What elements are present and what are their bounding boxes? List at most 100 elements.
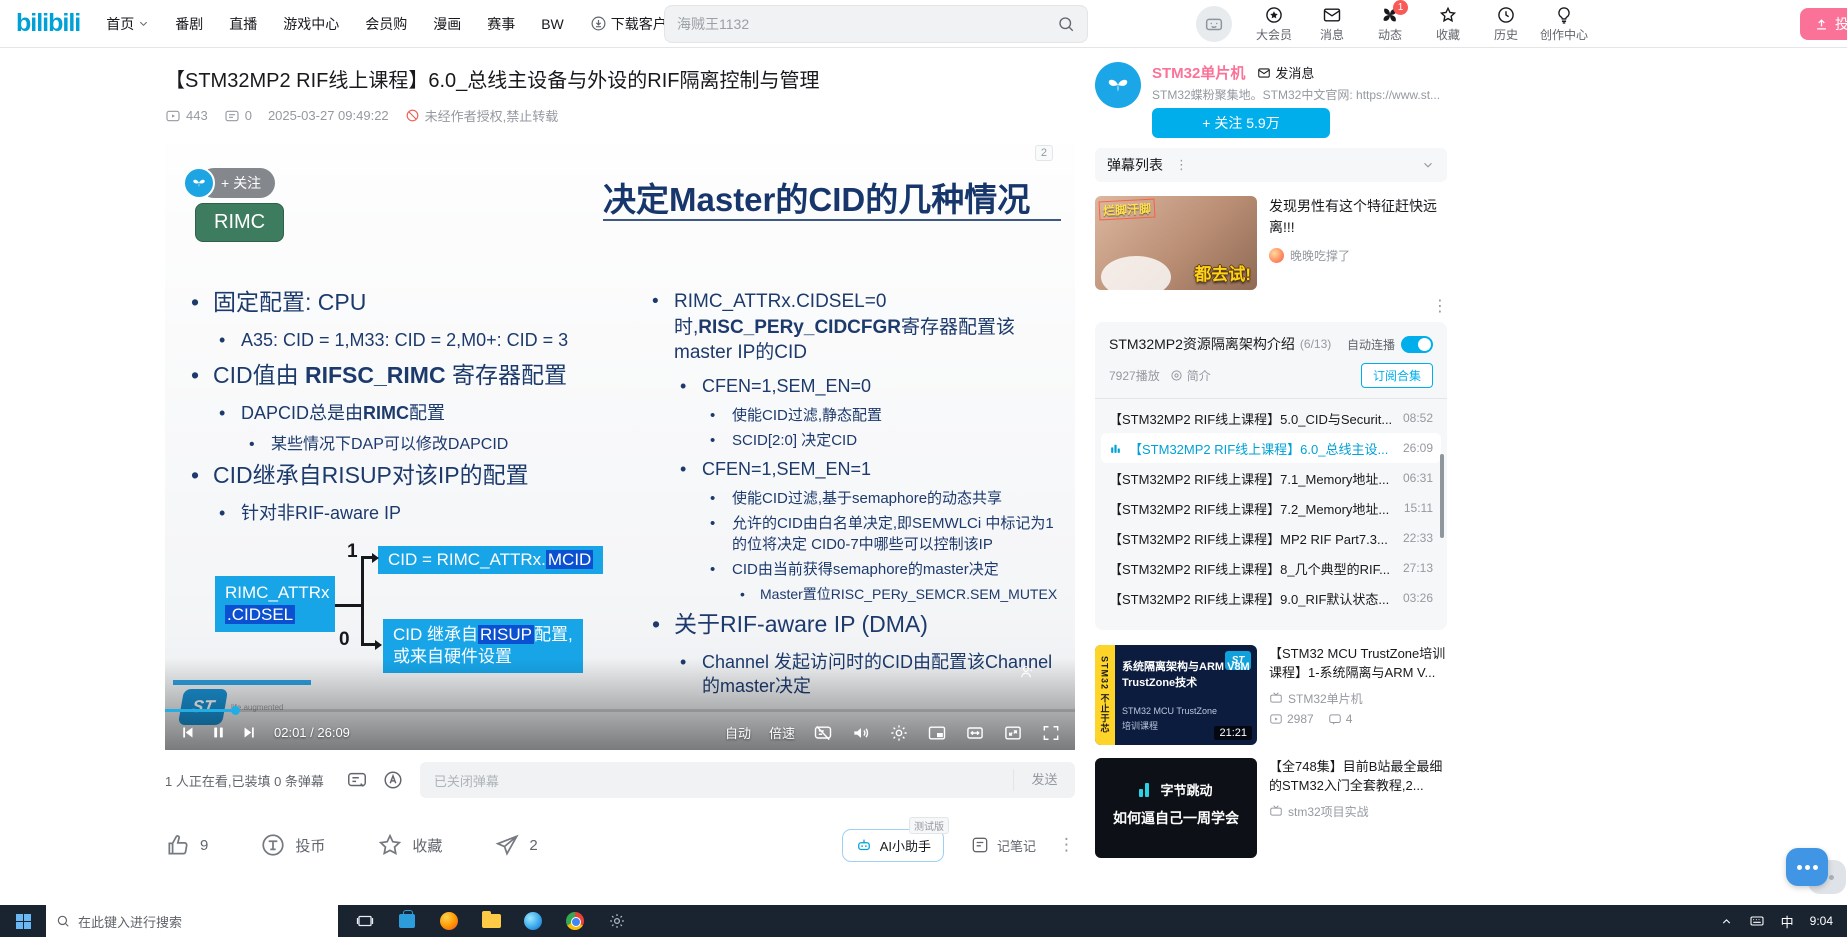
episode-row-active[interactable]: 【STM32MP2 RIF线上课程】6.0_总线主设...26:09 (1101, 433, 1441, 463)
seek-bar[interactable] (165, 709, 1075, 712)
volume-icon[interactable] (851, 723, 871, 743)
live-title[interactable]: 发现男性有这个特征赶快远离!!! (1269, 196, 1447, 238)
message-button[interactable]: 发消息 (1257, 63, 1314, 82)
dm-off-icon[interactable] (813, 723, 833, 743)
episode-row[interactable]: 【STM32MP2 RIF线上课程】8_几个典型的RIF...27:13 (1101, 553, 1441, 583)
nav-item-会员购[interactable]: 会员购 (365, 14, 407, 34)
chevron-up-icon[interactable] (1720, 915, 1733, 928)
chat-bubble-icon[interactable] (1786, 848, 1828, 886)
live-card[interactable]: 烂脚汗脚 都去试! 发现男性有这个特征赶快远离!!! 晚晚吃撑了 (1095, 196, 1447, 290)
ime-indicator[interactable]: 中 (1781, 912, 1794, 931)
clock[interactable]: 9:04 (1810, 914, 1833, 928)
widescreen-icon[interactable] (965, 723, 985, 743)
uploader-name[interactable]: STM32单片机 (1152, 62, 1245, 83)
upload-icon (1814, 17, 1829, 32)
note-button[interactable]: 记笔记 (970, 835, 1036, 855)
uploader-follow-overlay[interactable]: + 关注 (183, 167, 275, 199)
recommended-thumbnail[interactable]: 字节跳动 如何逼自己一周学会 (1095, 758, 1257, 858)
episode-row[interactable]: 【STM32MP2 RIF线上课程】5.0_CID与Securit...08:5… (1101, 403, 1441, 433)
taskbar-app-chrome[interactable] (554, 905, 596, 937)
taskbar-app-edge[interactable] (512, 905, 554, 937)
taskbar-app-store[interactable] (386, 905, 428, 937)
recommended-title[interactable]: 【全748集】目前B站最全最细的STM32入门全套教程,2... (1269, 758, 1447, 796)
seek-handle[interactable] (231, 706, 240, 715)
taskbar-app-firefox[interactable] (428, 905, 470, 937)
search-icon[interactable] (1057, 15, 1075, 33)
full-icon[interactable] (1041, 723, 1061, 743)
user-item-收藏[interactable]: 收藏 (1426, 5, 1470, 43)
nav-item-直播[interactable]: 直播 (229, 14, 257, 34)
playlist-title[interactable]: STM32MP2资源隔离架构介绍 (1109, 334, 1295, 354)
nav-item-漫画[interactable]: 漫画 (433, 14, 461, 34)
speed-button[interactable]: 倍速 (769, 723, 795, 742)
like-button[interactable]: 9 (165, 832, 208, 858)
pause-icon[interactable] (210, 724, 227, 741)
live-author-name[interactable]: 晚晚吃撑了 (1290, 247, 1350, 264)
live-thumbnail[interactable]: 烂脚汗脚 都去试! (1095, 196, 1257, 290)
prev-icon[interactable] (179, 724, 196, 741)
recommended-thumbnail[interactable]: STM32 不止于芯 ST 系统隔离架构与ARM V8M TrustZone技术… (1095, 645, 1257, 745)
subscribe-collection-button[interactable]: 订阅合集 (1361, 363, 1433, 388)
taskbar-app-settings[interactable] (596, 905, 638, 937)
recommended-title[interactable]: 【STM32 MCU TrustZone培训课程】1-系统隔离与ARM V... (1269, 645, 1447, 683)
playlist-scrollbar[interactable] (1440, 454, 1444, 538)
episode-row[interactable]: 【STM32MP2 RIF线上课程】 (1101, 613, 1441, 630)
episode-row[interactable]: 【STM32MP2 RIF线上课程】9.0_RIF默认状态...03:26 (1101, 583, 1441, 613)
taskbar-app-folder[interactable] (470, 905, 512, 937)
nav-item-赛事[interactable]: 赛事 (487, 14, 515, 34)
recommended-uploader[interactable]: STM32单片机 (1288, 690, 1363, 707)
upload-button[interactable]: 投稿 (1800, 8, 1847, 40)
nav-item-番剧[interactable]: 番剧 (175, 14, 203, 34)
search-input[interactable]: 海贼王1132 (664, 5, 1088, 43)
share-button[interactable]: 2 (494, 832, 537, 858)
danmaku-input[interactable]: 已关闭弹幕 发送 (420, 762, 1075, 798)
episode-row[interactable]: 【STM32MP2 RIF线上课程】7.2_Memory地址...15:11 (1101, 493, 1441, 523)
episode-row[interactable]: 【STM32MP2 RIF线上课程】MP2 RIF Part7.3...22:3… (1101, 523, 1441, 553)
pip-icon[interactable] (927, 723, 947, 743)
video-player[interactable]: 决定Master的CID的几种情况 •固定配置: CPU•A35: CID = … (165, 143, 1075, 750)
danmaku-display-icon[interactable] (346, 769, 368, 791)
envelope-icon (1257, 66, 1271, 80)
watch-together-icon[interactable] (1017, 663, 1035, 681)
start-button[interactable] (0, 905, 46, 937)
robot-icon (855, 836, 873, 854)
store-icon (399, 914, 415, 928)
danmaku-list-more-icon[interactable]: ⋮ (1175, 157, 1188, 173)
webfull-icon[interactable] (1003, 723, 1023, 743)
coin-button[interactable]: 投币 (260, 832, 325, 858)
taskbar-app-task-view[interactable] (344, 905, 386, 937)
touch-keyboard-icon[interactable] (1749, 913, 1765, 929)
autoplay-toggle[interactable] (1401, 336, 1433, 353)
nav-item-首页[interactable]: 首页 (106, 14, 149, 34)
follow-button[interactable]: + 关注 5.9万 (1152, 108, 1330, 138)
user-item-创作中心[interactable]: 创作中心 (1542, 5, 1586, 43)
recommended-uploader[interactable]: stm32项目实战 (1288, 803, 1369, 820)
user-item-历史[interactable]: 历史 (1484, 5, 1528, 43)
danmaku-style-icon[interactable] (382, 769, 404, 791)
user-item-动态[interactable]: 动态1 (1368, 5, 1412, 43)
user-item-label: 历史 (1494, 26, 1518, 43)
nav-item-BW[interactable]: BW (541, 16, 564, 32)
next-icon[interactable] (241, 724, 258, 741)
send-button[interactable]: 发送 (1013, 769, 1075, 791)
user-avatar[interactable] (1196, 6, 1232, 42)
gear-icon[interactable] (889, 723, 909, 743)
chevron-down-icon[interactable] (1421, 158, 1435, 172)
quality-button[interactable]: 自动 (725, 723, 751, 742)
live-more-icon[interactable]: ⋮ (1432, 296, 1448, 316)
episode-row[interactable]: 【STM32MP2 RIF线上课程】7.1_Memory地址...06:31 (1101, 463, 1441, 493)
recommended-video-2[interactable]: 字节跳动 如何逼自己一周学会 【全748集】目前B站最全最细的STM32入门全套… (1095, 758, 1447, 858)
user-item-消息[interactable]: 消息 (1310, 5, 1354, 43)
user-item-大会员[interactable]: 大会员 (1252, 5, 1296, 43)
uploader-avatar[interactable] (1095, 62, 1141, 108)
more-actions-icon[interactable]: ⋮ (1058, 835, 1075, 855)
nav-item-游戏中心[interactable]: 游戏中心 (283, 14, 339, 34)
ai-assistant-button[interactable]: 测试版 AI小助手 (842, 829, 944, 862)
danmaku-list-header[interactable]: 弹幕列表 ⋮ (1095, 148, 1447, 182)
taskbar-search-input[interactable]: 在此键入进行搜索 (46, 905, 338, 937)
uploader-avatar-overlay[interactable] (183, 167, 215, 199)
playlist-intro[interactable]: 简介 (1170, 367, 1211, 384)
recommended-video-1[interactable]: STM32 不止于芯 ST 系统隔离架构与ARM V8M TrustZone技术… (1095, 645, 1447, 745)
favorite-button[interactable]: 收藏 (377, 832, 442, 858)
bilibili-logo[interactable]: bilibili (16, 9, 80, 38)
